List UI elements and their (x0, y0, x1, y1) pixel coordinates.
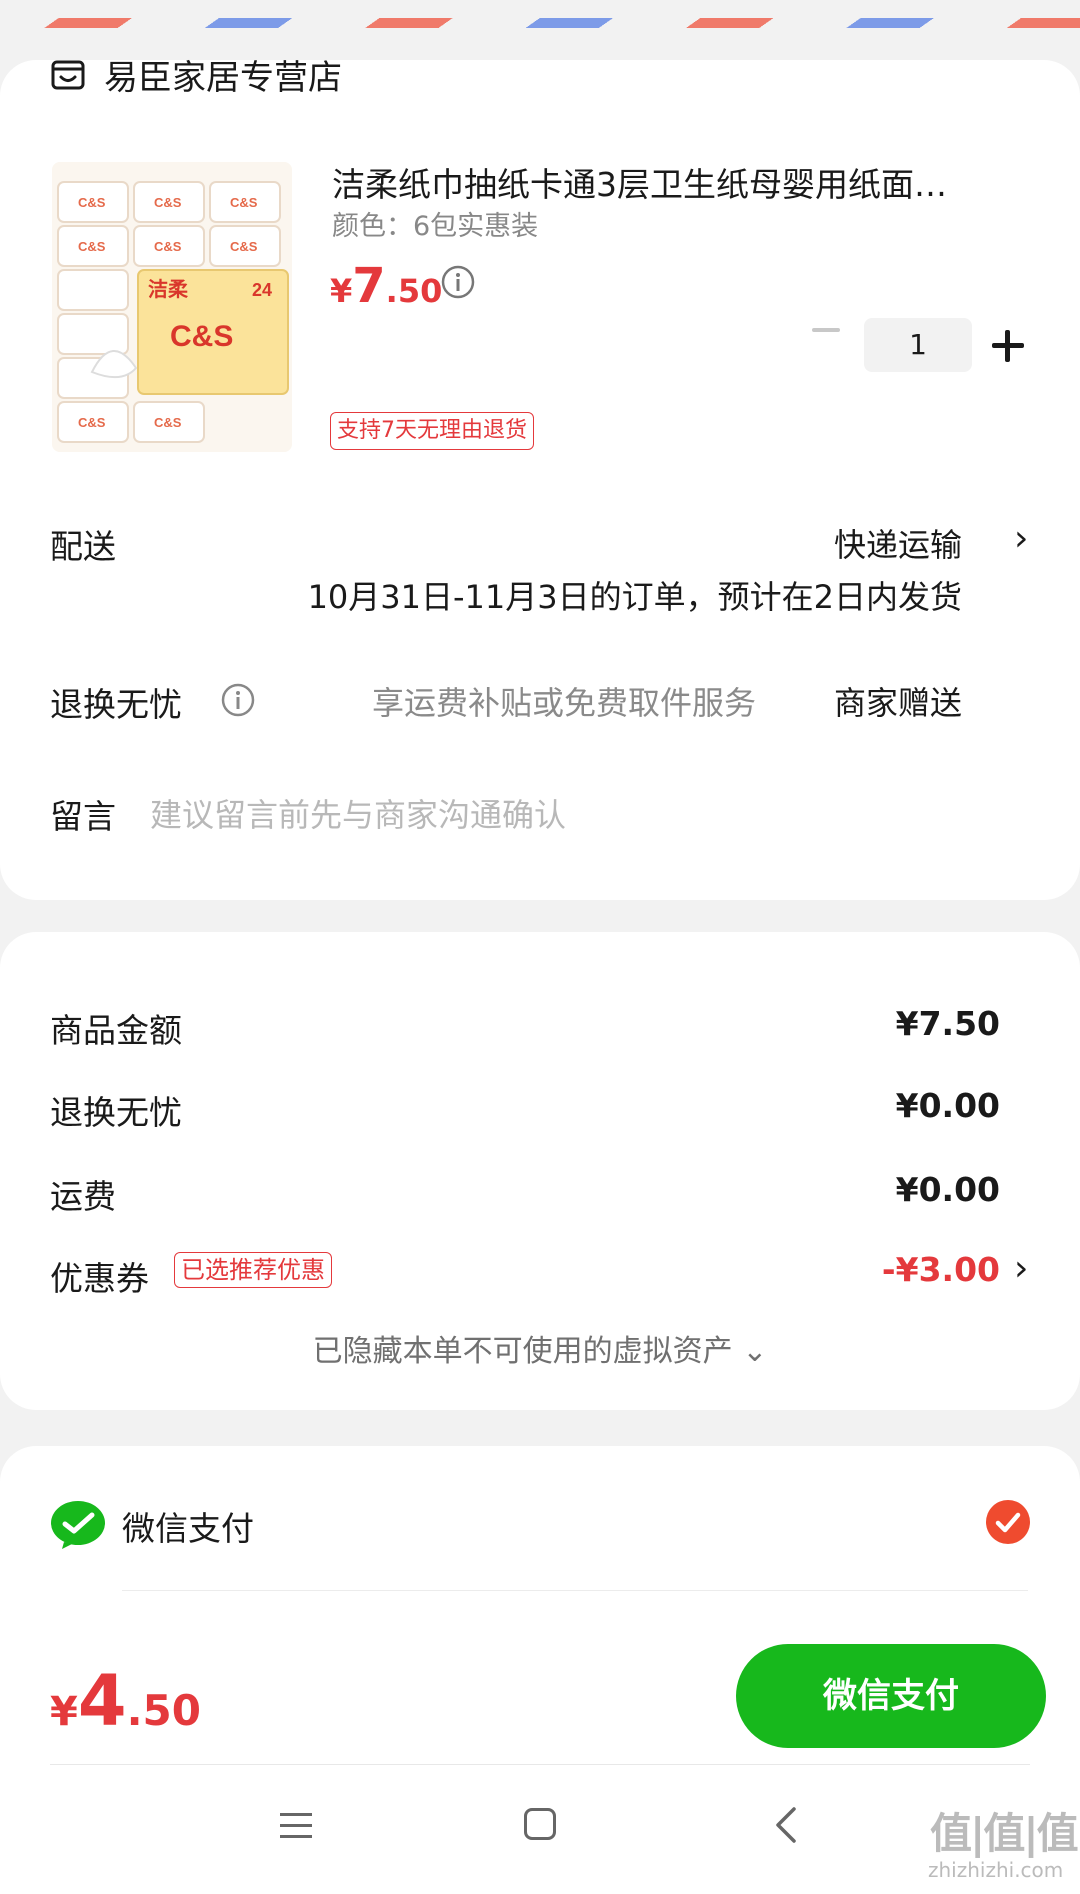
returns-label: 退换无忧 (50, 685, 182, 724)
summary-returns-label: 退换无忧 (50, 1093, 182, 1132)
price-info-icon[interactable] (440, 264, 476, 300)
wechat-pay-icon (51, 1501, 105, 1549)
summary-goods-value: ¥7.50 (895, 1004, 1000, 1043)
product-image[interactable]: C&S C&S C&S C&S C&S C&S C&S C&S 洁柔 24 C&… (52, 162, 292, 452)
quantity-value[interactable]: 1 (864, 318, 972, 372)
box-brand-label: 洁柔 (148, 277, 189, 301)
selected-check-icon[interactable] (986, 1500, 1030, 1544)
total-integer: 4 (77, 1660, 127, 1742)
price-symbol: ¥ (330, 272, 353, 310)
summary-shipping-label: 运费 (50, 1177, 116, 1216)
pack-label: C&S (230, 239, 258, 254)
home-icon[interactable] (524, 1808, 556, 1840)
pack-label: C&S (154, 415, 182, 430)
pack-label: C&S (230, 195, 258, 210)
shop-name: 易臣家居专营店 (104, 58, 342, 98)
returns-provider: 商家赠送 (833, 684, 962, 722)
coupon-badge: 已选推荐优惠 (174, 1252, 332, 1288)
return-policy-badge: 支持7天无理由退货 (330, 412, 534, 450)
returns-description: 享运费补贴或免费取件服务 (372, 684, 757, 722)
payment-divider (122, 1590, 1028, 1591)
summary-goods-label: 商品金额 (50, 1011, 182, 1050)
shop-header[interactable]: 易臣家居专营店 (50, 50, 342, 99)
coupon-chevron-icon[interactable]: › (1014, 1248, 1028, 1289)
price-decimal: .50 (385, 272, 443, 310)
price-integer: 7 (352, 258, 386, 314)
summary-shipping-value: ¥0.00 (895, 1170, 1000, 1209)
summary-returns-value: ¥0.00 (895, 1086, 1000, 1125)
watermark-logo: 值|值|值 (930, 1809, 1079, 1858)
delivery-method[interactable]: 快递运输 (834, 520, 962, 566)
summary-coupon-value[interactable]: -¥3.00 (882, 1250, 1000, 1289)
wechat-pay-button[interactable]: 微信支付 (736, 1644, 1046, 1748)
summary-coupon-label: 优惠券 (50, 1259, 149, 1298)
product-title[interactable]: 洁柔纸巾抽纸卡通3层卫生纸母婴用纸面… (332, 158, 1012, 206)
total-decimal: .50 (126, 1686, 201, 1735)
product-price: ¥7.50 (330, 258, 442, 314)
pack-label: C&S (78, 239, 106, 254)
box-count-label: 24 (252, 280, 272, 300)
quantity-decrement-button[interactable] (812, 328, 840, 332)
total-symbol: ¥ (50, 1689, 78, 1735)
message-label: 留言 (50, 797, 116, 836)
product-variant[interactable]: 颜色：6包实惠装 (332, 204, 538, 243)
delivery-label: 配送 (50, 527, 116, 566)
pack-label: C&S (78, 415, 106, 430)
delivery-estimate: 10月31日-11月3日的订单，预计在2日内发货 (307, 578, 962, 616)
shop-icon (51, 60, 85, 89)
returns-info-icon[interactable] (220, 682, 256, 718)
watermark-url: zhizhizhi.com (928, 1858, 1064, 1882)
hidden-assets-toggle[interactable]: 已隐藏本单不可使用的虚拟资产 ⌄ (0, 1326, 1080, 1370)
product-image-illustration: C&S C&S C&S C&S C&S C&S C&S C&S 洁柔 24 C&… (52, 162, 292, 452)
pack-label: C&S (78, 195, 106, 210)
box-logo-text: C&S (170, 320, 233, 353)
recent-apps-icon[interactable] (280, 1812, 312, 1840)
payment-method-label[interactable]: 微信支付 (122, 1502, 254, 1550)
message-input[interactable]: 建议留言前先与商家沟通确认 (150, 790, 566, 836)
pack-label: C&S (154, 195, 182, 210)
back-icon[interactable] (770, 1806, 800, 1844)
bottom-divider (50, 1764, 1030, 1765)
delivery-chevron-icon[interactable]: › (1014, 518, 1028, 559)
pack-label: C&S (154, 239, 182, 254)
airmail-border (0, 18, 1080, 28)
quantity-increment-button[interactable] (992, 330, 1024, 362)
order-total: ¥4.50 (50, 1660, 201, 1742)
